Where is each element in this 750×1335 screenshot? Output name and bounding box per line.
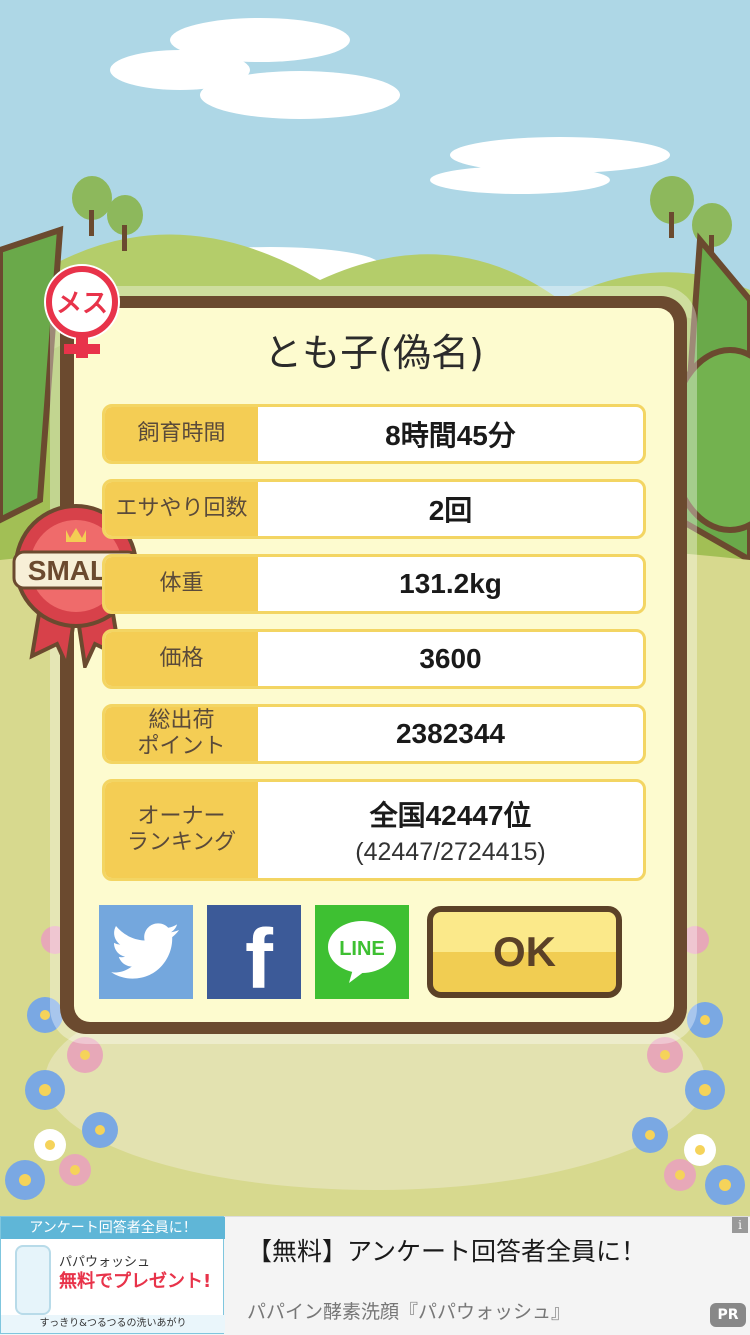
product-bottle-icon xyxy=(15,1245,51,1315)
stat-row-shipping-points: 総出荷 ポイント 2382344 xyxy=(102,704,646,764)
stat-value: 131.2kg xyxy=(399,568,502,599)
facebook-share-button[interactable]: f xyxy=(207,905,301,1006)
stat-label: 体重 xyxy=(105,557,258,611)
twitter-bird-icon xyxy=(111,923,179,979)
line-bubble-icon: LINE xyxy=(328,921,396,983)
gender-badge-label: メス xyxy=(56,289,108,319)
stat-value: 3600 xyxy=(419,643,482,674)
ok-button[interactable]: OK xyxy=(427,906,622,998)
stat-value: 2回 xyxy=(428,495,473,526)
ad-image[interactable]: アンケート回答者全員に！ パパウォッシュ 無料でプレゼント! すっきり&つるつる… xyxy=(0,1216,225,1334)
ad-info-icon[interactable]: i xyxy=(732,1217,748,1233)
line-label: LINE xyxy=(339,938,385,960)
facebook-f-icon: f xyxy=(245,912,273,1006)
stat-label: 飼育時間 xyxy=(105,407,258,461)
stat-row-raising-time: 飼育時間 8時間45分 xyxy=(102,404,646,464)
stat-row-weight: 体重 131.2kg xyxy=(102,554,646,614)
stat-row-feed-count: エサやり回数 2回 xyxy=(102,479,646,539)
ad-image-header: アンケート回答者全員に！ xyxy=(1,1217,225,1239)
ad-description[interactable]: パパイン酵素洗顔『パパウォッシュ』 xyxy=(247,1297,570,1324)
ranking-value: 全国42447位 xyxy=(369,799,532,831)
pr-badge: PR xyxy=(710,1303,746,1327)
stat-row-owner-ranking: オーナー ランキング 全国42447位 (42447/2724415) xyxy=(102,779,646,881)
ad-image-footer: すっきり&つるつるの洗いあがり xyxy=(1,1315,225,1333)
line-share-button[interactable]: LINE xyxy=(315,905,409,999)
stat-label: 価格 xyxy=(105,632,258,686)
ranking-detail: (42447/2724415) xyxy=(355,837,546,866)
stat-label: 総出荷 ポイント xyxy=(105,707,258,761)
ad-image-free: 無料でプレゼント! xyxy=(59,1271,212,1292)
stat-row-price: 価格 3600 xyxy=(102,629,646,689)
stat-label: エサやり回数 xyxy=(105,482,258,536)
ad-title[interactable]: 【無料】アンケート回答者全員に！ xyxy=(247,1232,646,1268)
stat-value: 8時間45分 xyxy=(385,420,516,451)
twitter-share-button[interactable] xyxy=(99,905,193,999)
pet-name-title: とも子(偽名) xyxy=(264,331,484,375)
female-gender-icon: メス xyxy=(44,264,120,358)
stat-label: オーナー ランキング xyxy=(105,782,258,878)
stat-value: 2382344 xyxy=(395,718,505,749)
